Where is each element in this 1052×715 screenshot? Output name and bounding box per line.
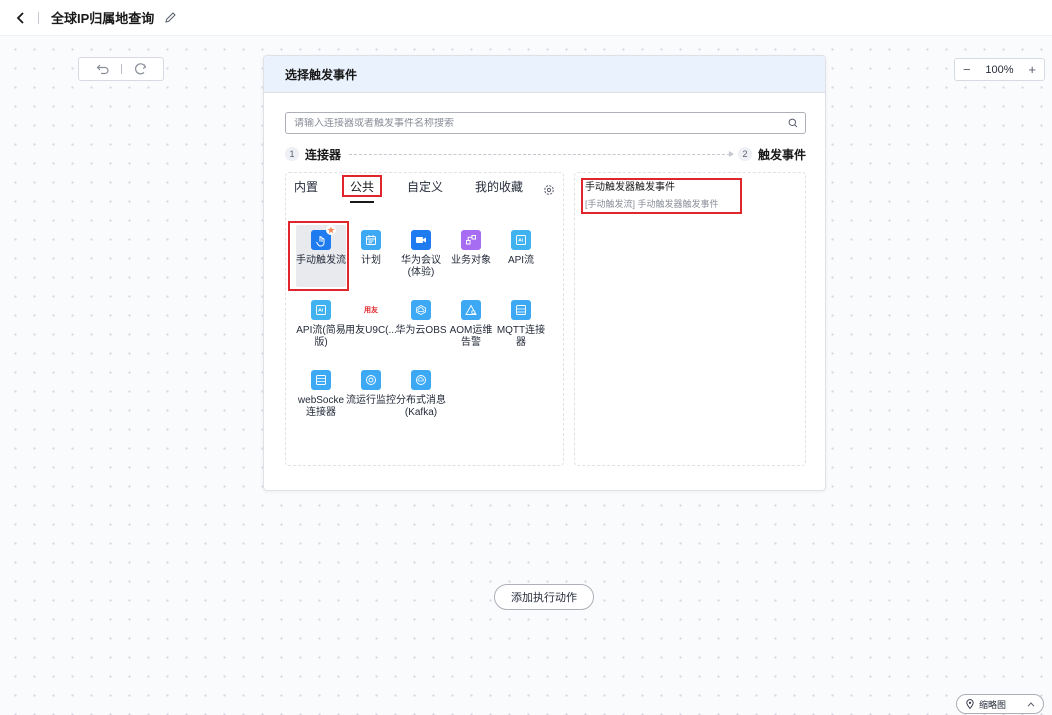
connector-label: AOM运维告警 [449,325,493,348]
undo-redo-toolbar [78,57,164,81]
connector-api-flow-lite[interactable]: API流(简易版) [296,295,346,357]
connector-search-input[interactable] [294,117,787,129]
connector-huawei-obs[interactable]: 华为云OBS [395,295,447,357]
mqtt-icon [511,300,531,320]
connector-yonyou-u9c[interactable]: 用友 用友U9C(... [345,295,397,357]
connector-label: 华为云OBS [395,325,447,336]
step-1-number: 1 [285,147,299,161]
step-connector-arrow [349,150,734,157]
connector-api-flow[interactable]: API流 [496,225,546,287]
tab-public[interactable]: 公共 [350,179,374,195]
step-2-label: 触发事件 [757,147,806,162]
connector-flow-monitor[interactable]: 流运行监控 [346,365,396,427]
panel-title: 选择触发事件 [264,56,825,93]
calendar-icon [361,230,381,250]
edit-pencil-icon[interactable] [164,11,178,25]
select-trigger-event-panel: 选择触发事件 1 连接器 2 触发事件 内置 公共 自定义 我的收藏 [263,55,826,491]
active-tab-indicator [350,201,374,203]
zoom-in-button[interactable]: + [1028,63,1036,76]
connector-label: API流(简易版) [296,325,346,348]
event-title: 手动触发器触发事件 [585,182,675,193]
step-1-label: 连接器 [305,147,342,162]
kafka-icon [411,370,431,390]
connector-tabs: 内置 公共 自定义 我的收藏 [286,173,563,205]
trigger-event-item[interactable]: 手动触发器触发事件 [手动触发流] 手动触发器触发事件 [585,181,795,211]
step-2-number: 2 [737,147,752,161]
thumbnail-label: 缩略图 [979,699,1007,710]
connector-panel: 内置 公共 自定义 我的收藏 手动触发流 计划 华为会议(体验) 业务对象 AP… [285,172,564,466]
connector-label: 手动触发流 [296,255,346,266]
page-title: 全球IP归属地查询 [51,11,155,26]
yonyou-logo-text: 用友 [364,306,378,314]
websocket-icon [311,370,331,390]
connector-search-box [285,112,806,134]
connector-manual-trigger[interactable]: 手动触发流 [296,225,346,287]
cloud-icon [411,300,431,320]
api-icon [311,300,331,320]
connector-label: 业务对象 [451,255,491,266]
trigger-event-panel: 手动触发器触发事件 [手动触发流] 手动触发器触发事件 [574,172,806,466]
connector-label: webSocke连接器 [297,395,345,418]
zoom-out-button[interactable]: − [963,63,971,76]
redo-icon[interactable] [132,61,148,77]
connector-label: 计划 [361,255,381,266]
hand-touch-icon [311,225,336,250]
connector-websocket[interactable]: webSocke连接器 [296,365,346,427]
connector-kafka[interactable]: 分布式消息(Kafka) [396,365,446,427]
video-camera-icon [411,230,431,250]
tab-builtin[interactable]: 内置 [294,179,318,195]
connector-label: 用友U9C(... [345,325,397,336]
top-bar: 全球IP归属地查询 [0,0,1052,36]
event-description: [手动触发流] 手动触发器触发事件 [585,199,719,209]
undo-icon[interactable] [95,61,111,77]
alarm-icon [461,300,481,320]
connector-label: 分布式消息(Kafka) [396,395,446,418]
connector-business-object[interactable]: 业务对象 [446,225,496,287]
connector-huawei-meeting[interactable]: 华为会议(体验) [396,225,446,287]
zoom-level: 100% [985,63,1014,76]
tab-favorites[interactable]: 我的收藏 [475,179,523,195]
thumbnail-toggle[interactable]: 缩略图 [956,694,1044,714]
chevron-up-icon [1027,700,1035,708]
header-divider [38,11,39,24]
add-action-button[interactable]: 添加执行动作 [494,584,594,610]
connector-label: 华为会议(体验) [401,255,441,278]
object-icon [461,230,481,250]
connector-label: API流 [507,255,535,266]
favorite-star-icon[interactable] [326,225,336,235]
flow-canvas[interactable]: − 100% + 选择触发事件 1 连接器 2 触发事件 内置 公共 自定义 我… [0,36,1052,715]
tab-custom[interactable]: 自定义 [407,179,443,195]
step-indicator: 1 连接器 2 触发事件 [285,146,806,162]
arrow-right-icon [728,150,734,157]
api-icon [511,230,531,250]
connector-mqtt[interactable]: MQTT连接器 [496,295,546,357]
zoom-control: − 100% + [954,58,1045,81]
connector-label: MQTT连接器 [496,325,546,348]
connector-aom-alarm[interactable]: AOM运维告警 [446,295,496,357]
undo-redo-divider [120,64,122,74]
connector-label: 流运行监控 [346,395,396,406]
settings-gear-icon[interactable] [542,183,555,196]
location-pin-icon [965,699,975,709]
monitor-icon [361,370,381,390]
yonyou-logo-icon: 用友 [361,300,381,320]
connector-schedule[interactable]: 计划 [346,225,396,287]
search-icon[interactable] [787,117,799,129]
back-arrow-icon[interactable] [14,11,28,25]
